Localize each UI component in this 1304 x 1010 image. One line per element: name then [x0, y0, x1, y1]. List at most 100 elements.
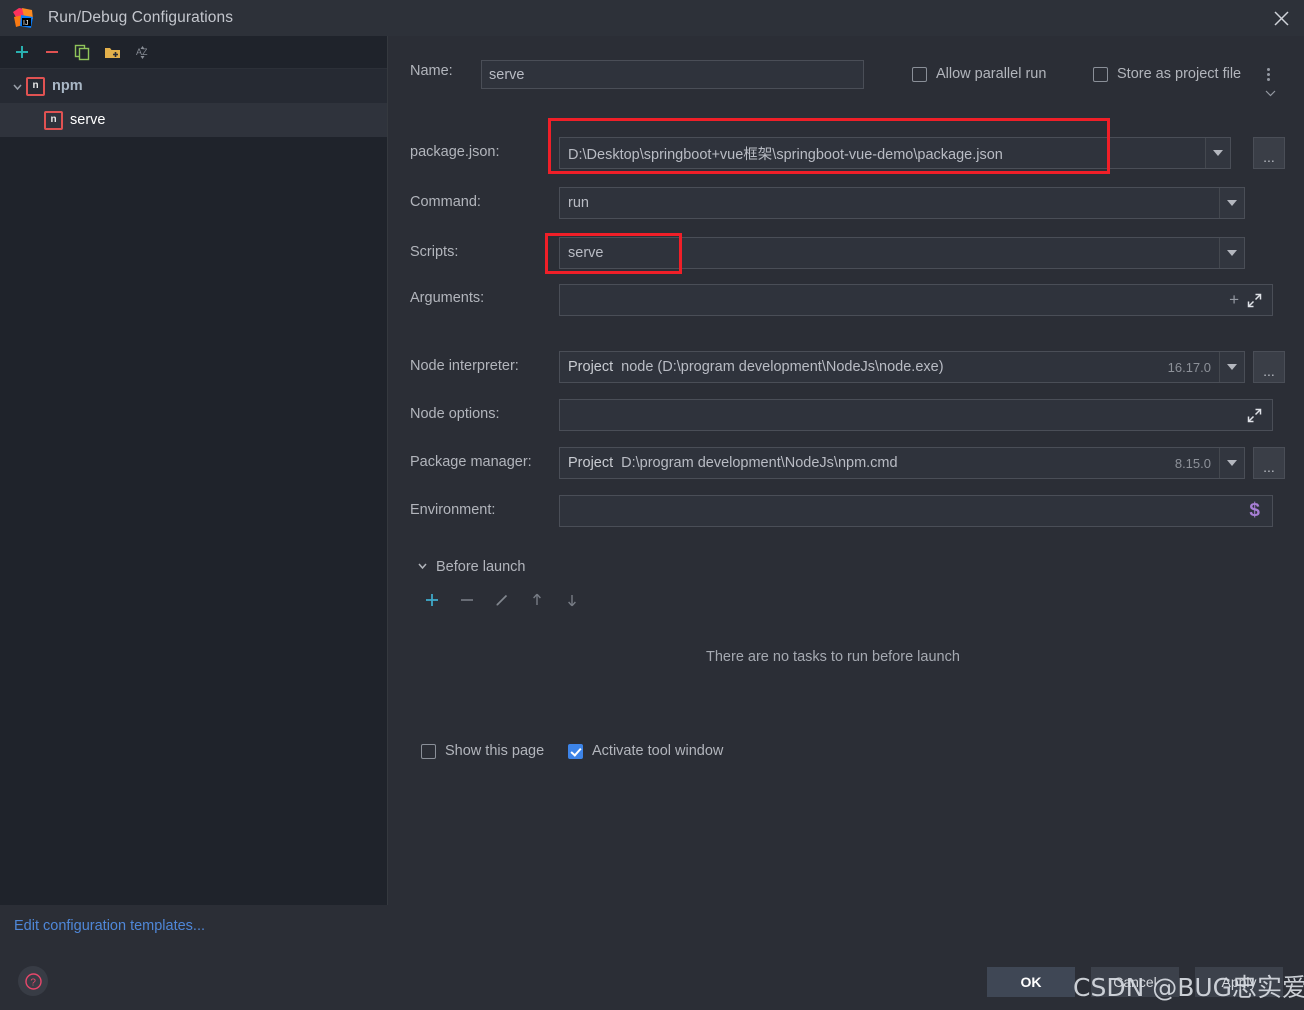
before-launch-empty-text: There are no tasks to run before launch	[706, 649, 960, 665]
node-interpreter-combo[interactable]: Project node (D:\program development\Nod…	[559, 351, 1245, 383]
expand-icon[interactable]	[1247, 293, 1272, 308]
store-as-project-file-checkbox[interactable]	[1093, 66, 1108, 82]
title-bar: IJ Run/Debug Configurations	[0, 0, 1304, 36]
allow-parallel-run-checkbox[interactable]	[912, 66, 927, 82]
node-interpreter-browse-button[interactable]: ...	[1253, 351, 1285, 383]
activate-tool-window-label: Activate tool window	[592, 743, 724, 759]
environment-input[interactable]: $	[559, 495, 1273, 527]
command-label: Command:	[410, 194, 481, 210]
chevron-down-icon[interactable]	[1265, 84, 1276, 102]
package-manager-browse-label: ...	[1263, 459, 1275, 475]
package-manager-row: Package manager:	[410, 454, 532, 470]
command-row: Command:	[410, 194, 481, 210]
run-debug-configurations-dialog: IJ Run/Debug Configurations AZ n npm n s…	[0, 0, 1304, 1010]
before-launch-title: Before launch	[436, 559, 526, 575]
name-input-value: serve	[489, 66, 525, 83]
svg-text:IJ: IJ	[23, 20, 28, 27]
kebab-menu-icon[interactable]	[1267, 68, 1270, 81]
add-task-button[interactable]	[421, 589, 443, 611]
scripts-row: Scripts:	[410, 244, 458, 260]
package-json-label: package.json:	[410, 144, 500, 160]
package-manager-combo[interactable]: Project D:\program development\NodeJs\np…	[559, 447, 1245, 479]
configuration-form: Name: serve Allow parallel run Store as …	[387, 36, 1304, 1010]
npm-icon: n	[26, 76, 45, 96]
arguments-label: Arguments:	[410, 290, 485, 306]
configurations-toolbar: AZ	[0, 36, 387, 69]
scripts-dropdown-arrow[interactable]	[1219, 238, 1244, 268]
name-input[interactable]: serve	[481, 60, 864, 89]
node-interpreter-row: Node interpreter:	[410, 358, 519, 374]
node-interpreter-value: node (D:\program development\NodeJs\node…	[621, 359, 944, 375]
show-this-page-checkbox-row[interactable]: Show this page	[421, 743, 544, 759]
package-manager-version: 8.15.0	[1174, 455, 1211, 471]
package-json-row: package.json:	[410, 144, 499, 160]
package-manager-scope: Project	[568, 455, 614, 471]
dollar-variables-icon[interactable]: $	[1249, 500, 1272, 522]
move-task-up-button[interactable]	[526, 589, 548, 611]
command-value: run	[568, 195, 589, 211]
allow-parallel-run-label: Allow parallel run	[936, 66, 1047, 82]
package-manager-value: D:\program development\NodeJs\npm.cmd	[621, 455, 898, 471]
svg-text:?: ?	[30, 977, 36, 988]
tree-item-label: serve	[70, 112, 106, 128]
node-interpreter-browse-label: ...	[1263, 363, 1275, 379]
move-task-down-button[interactable]	[561, 589, 583, 611]
before-launch-toolbar	[421, 589, 583, 611]
new-folder-button[interactable]	[98, 39, 126, 65]
sort-configurations-button[interactable]: AZ	[128, 39, 156, 65]
intellij-idea-logo-icon: IJ	[12, 7, 34, 29]
configurations-tree: n npm n serve	[0, 69, 387, 137]
scripts-value: serve	[568, 245, 604, 261]
environment-label: Environment:	[410, 502, 496, 518]
expand-icon[interactable]	[1247, 408, 1272, 423]
remove-task-button[interactable]	[456, 589, 478, 611]
ok-button[interactable]: OK	[987, 967, 1075, 997]
package-json-browse-label: ...	[1263, 149, 1275, 165]
npm-icon: n	[44, 110, 63, 130]
package-manager-label: Package manager:	[410, 454, 532, 470]
environment-row: Environment:	[410, 502, 495, 518]
name-row: Name:	[410, 63, 453, 79]
store-as-project-file-checkbox-row[interactable]: Store as project file	[1093, 66, 1241, 82]
chevron-down-icon[interactable]	[8, 81, 26, 92]
node-interpreter-version: 16.17.0	[1167, 359, 1211, 375]
command-combo[interactable]: run	[559, 187, 1245, 219]
help-question-icon[interactable]: ?	[18, 966, 48, 996]
scripts-label: Scripts:	[410, 244, 459, 260]
node-interpreter-label: Node interpreter:	[410, 358, 519, 374]
package-manager-browse-button[interactable]: ...	[1253, 447, 1285, 479]
watermark: CSDN @BUG忠实爱好者	[1073, 973, 1304, 1002]
name-label: Name:	[410, 63, 453, 79]
command-dropdown-arrow[interactable]	[1219, 188, 1244, 218]
arguments-row: Arguments:	[410, 290, 484, 306]
package-json-value: D:\Desktop\springboot+vue框架\springboot-v…	[568, 146, 1003, 163]
before-launch-header[interactable]: Before launch	[417, 559, 525, 575]
package-json-dropdown-arrow[interactable]	[1205, 138, 1230, 168]
store-as-project-file-label: Store as project file	[1117, 66, 1242, 82]
plus-icon[interactable]: +	[1229, 290, 1247, 310]
edit-task-button[interactable]	[491, 589, 513, 611]
arguments-input[interactable]: +	[559, 284, 1273, 316]
show-this-page-label: Show this page	[445, 743, 545, 759]
scripts-combo[interactable]: serve	[559, 237, 1245, 269]
close-icon[interactable]	[1258, 0, 1304, 36]
tree-group-label: npm	[52, 78, 83, 94]
window-title: Run/Debug Configurations	[48, 9, 234, 26]
node-options-input[interactable]	[559, 399, 1273, 431]
copy-configuration-button[interactable]	[68, 39, 96, 65]
edit-configuration-templates-link[interactable]: Edit configuration templates...	[14, 918, 205, 934]
remove-configuration-button[interactable]	[38, 39, 66, 65]
activate-tool-window-checkbox-row[interactable]: Activate tool window	[568, 743, 723, 759]
package-json-combo[interactable]: D:\Desktop\springboot+vue框架\springboot-v…	[559, 137, 1231, 169]
package-json-browse-button[interactable]: ...	[1253, 137, 1285, 169]
show-this-page-checkbox[interactable]	[421, 743, 436, 759]
node-interpreter-dropdown-arrow[interactable]	[1219, 352, 1244, 382]
chevron-down-icon[interactable]	[417, 559, 428, 575]
package-manager-dropdown-arrow[interactable]	[1219, 448, 1244, 478]
tree-item-serve[interactable]: n serve	[0, 103, 387, 137]
activate-tool-window-checkbox[interactable]	[568, 743, 583, 759]
node-interpreter-scope: Project	[568, 359, 614, 375]
tree-group-npm[interactable]: n npm	[0, 69, 387, 103]
allow-parallel-run-checkbox-row[interactable]: Allow parallel run	[912, 66, 1046, 82]
add-configuration-button[interactable]	[8, 39, 36, 65]
